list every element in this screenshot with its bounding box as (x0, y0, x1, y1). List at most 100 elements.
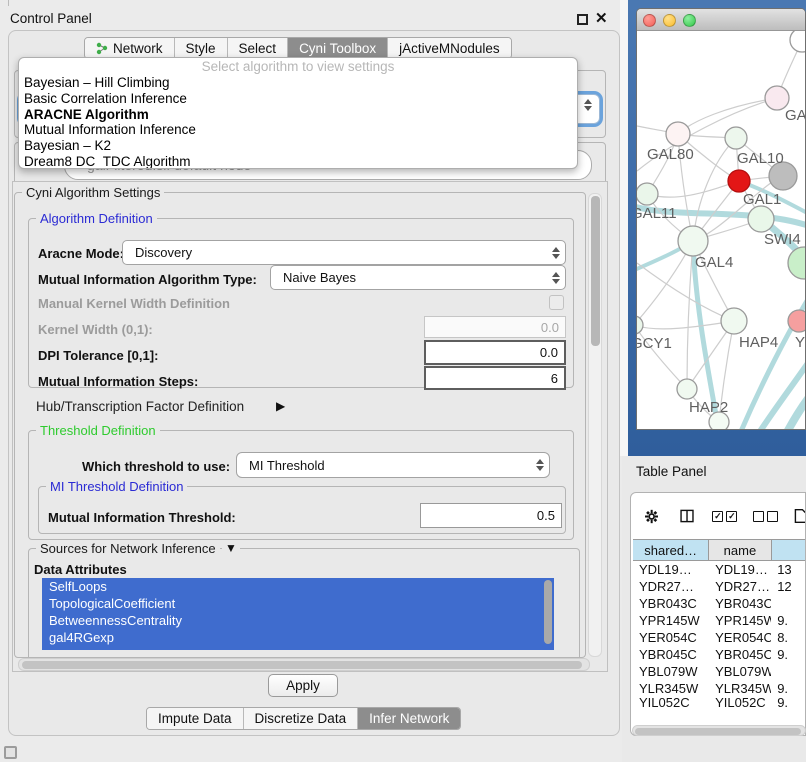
control-panel-tabstrip: Network Style Select Cyni Toolbox jActiv… (84, 37, 512, 59)
attributes-list-scrollbar-thumb[interactable] (544, 580, 552, 644)
node-label: SWI4 (764, 231, 801, 248)
aracne-mode-combo[interactable]: Discovery (122, 240, 566, 265)
float-panel-icon[interactable] (577, 14, 588, 25)
column-header-extra[interactable] (772, 540, 806, 560)
cell: 9. (771, 697, 806, 707)
dpi-tolerance-field[interactable]: 0.0 (424, 340, 566, 365)
network-view-window[interactable]: GAL80 GAL10 GAL1 GAL11 SWI4 GAL4 GCY1 HA… (636, 8, 806, 430)
bottom-tabstrip: Impute Data Discretize Data Infer Networ… (146, 707, 461, 730)
tab-cyni-toolbox[interactable]: Cyni Toolbox (288, 38, 388, 58)
gear-icon[interactable] (645, 507, 658, 526)
cell: 12 (771, 578, 806, 595)
cell: YPR145W (633, 612, 709, 629)
combo-spinner-icon (579, 99, 597, 111)
data-attributes-list[interactable]: SelfLoops TopologicalCoefficient Between… (42, 578, 554, 650)
table-horizontal-scrollbar-thumb[interactable] (635, 728, 801, 735)
settings-vertical-scrollbar-thumb[interactable] (591, 196, 600, 346)
list-item[interactable]: BetweennessCentrality (42, 612, 554, 629)
cell: YDL19… (709, 561, 771, 578)
table-horizontal-scrollbar[interactable] (632, 725, 806, 736)
list-item[interactable]: gal4RGexp (42, 629, 554, 646)
collapse-down-icon[interactable]: ▼ (222, 541, 240, 555)
panel-splitter[interactable] (620, 0, 628, 456)
cell: YBR045C (633, 646, 709, 663)
tab-style[interactable]: Style (175, 38, 228, 58)
table-row[interactable]: YBL079WYBL079W (633, 663, 806, 680)
menu-item-bayesian-hill-climbing[interactable]: Bayesian – Hill Climbing (19, 75, 577, 91)
which-threshold-combo[interactable]: MI Threshold (236, 452, 550, 478)
tab-select[interactable]: Select (228, 38, 289, 58)
aracne-mode-value: Discovery (123, 245, 547, 260)
close-traffic-light-icon[interactable] (643, 14, 656, 27)
checked-boxes-icon[interactable]: ✓✓ (712, 511, 737, 522)
cell: YDR27… (709, 578, 771, 595)
column-header-shared[interactable]: shared… (633, 540, 709, 560)
table-panel-toolbar: ✓✓ (631, 493, 806, 539)
minimized-panel-icon[interactable] (4, 746, 17, 759)
cell: 9. (771, 612, 806, 629)
node-label: GAL1 (743, 191, 781, 208)
kernel-width-field[interactable]: 0.0 (424, 316, 566, 338)
table-row[interactable]: YPR145WYPR145W9. (633, 612, 806, 629)
tab-jactivemnodules[interactable]: jActiveMNodules (388, 38, 511, 58)
cell: YBL079W (709, 663, 771, 680)
menu-item-mutual-information[interactable]: Mutual Information Inference (19, 122, 577, 138)
network-icon (96, 42, 109, 55)
zoom-traffic-light-icon[interactable] (683, 14, 696, 27)
sources-group-title[interactable]: Sources for Network Inference (36, 541, 220, 556)
menu-item-bayesian-k2[interactable]: Bayesian – K2 (19, 138, 577, 154)
tab-network[interactable]: Network (85, 38, 175, 58)
settings-vertical-scrollbar[interactable] (588, 193, 602, 657)
cell: YBR045C (709, 646, 771, 663)
menu-item-aracne[interactable]: ARACNE Algorithm (19, 107, 577, 123)
node-label: GAL11 (637, 205, 677, 222)
algorithm-dropdown-popup: Select algorithm to view settings Bayesi… (18, 57, 578, 169)
tab-infer-network[interactable]: Infer Network (358, 708, 460, 729)
mi-steps-field[interactable]: 6 (424, 366, 566, 390)
tab-network-label: Network (113, 41, 163, 56)
unchecked-boxes-icon[interactable] (753, 511, 778, 522)
network-canvas[interactable]: GAL80 GAL10 GAL1 GAL11 SWI4 GAL4 GCY1 HA… (637, 31, 806, 430)
node-table: shared… name YDL19…YDL19…13 YDR27…YDR27…… (633, 539, 806, 707)
tab-impute-data[interactable]: Impute Data (147, 708, 244, 729)
tab-cyni-toolbox-label: Cyni Toolbox (299, 41, 376, 56)
mi-type-combo[interactable]: Naive Bayes (270, 265, 566, 290)
cell: YER054C (709, 629, 771, 646)
minimize-traffic-light-icon[interactable] (663, 14, 676, 27)
table-row[interactable]: YIL052CYIL052C9. (633, 697, 806, 707)
apply-button[interactable]: Apply (268, 674, 338, 697)
settings-horizontal-scrollbar-thumb[interactable] (22, 661, 582, 669)
table-row[interactable]: YDL19…YDL19…13 (633, 561, 806, 578)
table-row[interactable]: YDR27…YDR27…12 (633, 578, 806, 595)
menu-item-dream8[interactable]: Dream8 DC_TDC Algorithm (19, 154, 577, 169)
settings-horizontal-scrollbar[interactable] (18, 658, 590, 671)
algorithm-popup-header: Select algorithm to view settings (19, 58, 577, 75)
cell: 8. (771, 629, 806, 646)
algorithm-definition-title: Algorithm Definition (36, 211, 157, 226)
list-item[interactable]: TopologicalCoefficient (42, 595, 554, 612)
tab-discretize-data[interactable]: Discretize Data (244, 708, 359, 729)
cell: 13 (771, 561, 806, 578)
menu-item-basic-correlation[interactable]: Basic Correlation Inference (19, 91, 577, 107)
table-row[interactable]: YER054CYER054C8. (633, 629, 806, 646)
cell: YDR27… (633, 578, 709, 595)
table-row[interactable]: YLR345WYLR345W9. (633, 680, 806, 697)
file-icon[interactable] (794, 506, 806, 526)
table-row[interactable]: YBR043CYBR043C (633, 595, 806, 612)
network-window-titlebar[interactable] (637, 9, 805, 31)
close-panel-icon[interactable]: ✕ (595, 9, 608, 27)
expand-right-icon[interactable]: ▶ (276, 399, 285, 413)
table-row[interactable]: YBR045CYBR045C9. (633, 646, 806, 663)
cell: YPR145W (709, 612, 771, 629)
mi-threshold-field[interactable]: 0.5 (420, 503, 562, 528)
node-label: GAL (785, 107, 806, 124)
manual-kernel-checkbox[interactable] (549, 295, 564, 310)
cell (771, 663, 806, 680)
hub-definition-label[interactable]: Hub/Transcription Factor Definition (36, 399, 244, 414)
column-header-name[interactable]: name (709, 540, 771, 560)
manual-kernel-label: Manual Kernel Width Definition (38, 296, 230, 311)
columns-icon[interactable] (680, 506, 694, 526)
list-item[interactable]: SelfLoops (42, 578, 554, 595)
node-label: GAL4 (695, 254, 733, 271)
node-label: HAP2 (689, 399, 728, 416)
